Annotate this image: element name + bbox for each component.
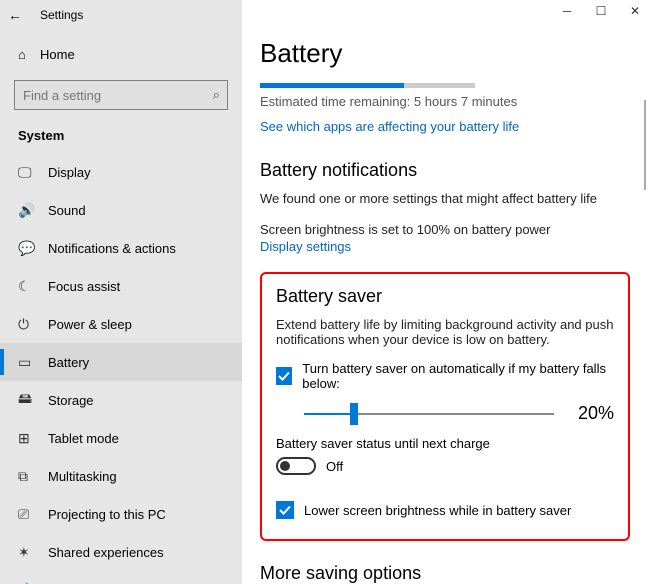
notifications-actions-icon: 💬 bbox=[18, 240, 48, 257]
home-icon: ⌂ bbox=[18, 47, 40, 62]
sidebar-item-label: Projecting to this PC bbox=[48, 507, 166, 522]
slider-fill bbox=[304, 413, 354, 415]
saver-description: Extend battery life by limiting backgrou… bbox=[276, 317, 614, 347]
brightness-note: Screen brightness is set to 100% on batt… bbox=[260, 222, 630, 237]
home-label: Home bbox=[40, 47, 75, 62]
battery-progress bbox=[260, 83, 475, 88]
storage-icon: 🖴 bbox=[18, 388, 48, 412]
auto-on-label: Turn battery saver on automatically if m… bbox=[302, 361, 614, 391]
sidebar-item-sound[interactable]: 🔊Sound bbox=[0, 191, 242, 229]
sidebar-item-storage[interactable]: 🖴Storage bbox=[0, 381, 242, 419]
checkbox-checked-icon[interactable] bbox=[276, 367, 292, 385]
sidebar-item-focus-assist[interactable]: ☾Focus assist bbox=[0, 267, 242, 305]
estimated-time: Estimated time remaining: 5 hours 7 minu… bbox=[260, 94, 630, 109]
back-icon[interactable]: ← bbox=[8, 7, 32, 23]
sidebar-item-shared-experiences[interactable]: ✶Shared experiences bbox=[0, 533, 242, 571]
display-icon: 🖵 bbox=[18, 164, 48, 181]
power-sleep-icon: ⏻ bbox=[18, 316, 48, 333]
titlebar: ← Settings bbox=[0, 0, 242, 30]
auto-on-checkbox-row[interactable]: Turn battery saver on automatically if m… bbox=[276, 361, 614, 391]
threshold-value: 20% bbox=[578, 403, 614, 424]
sidebar-item-label: Tablet mode bbox=[48, 431, 119, 446]
sidebar-item-label: Storage bbox=[48, 393, 94, 408]
close-button[interactable]: ✕ bbox=[628, 4, 642, 18]
lower-brightness-checkbox-row[interactable]: Lower screen brightness while in battery… bbox=[276, 501, 614, 519]
notifications-body: We found one or more settings that might… bbox=[260, 191, 630, 206]
shared-experiences-icon: ✶ bbox=[18, 544, 48, 561]
more-options-header: More saving options bbox=[260, 563, 630, 584]
tablet-mode-icon: ⊞ bbox=[18, 430, 48, 447]
sidebar-item-clipboard[interactable]: 📋Clipboard bbox=[0, 571, 242, 584]
lower-brightness-label: Lower screen brightness while in battery… bbox=[304, 503, 571, 518]
projecting-to-this-pc-icon: ⎚ bbox=[18, 506, 48, 523]
maximize-button[interactable]: ☐ bbox=[594, 4, 608, 18]
sidebar-item-label: Multitasking bbox=[48, 469, 117, 484]
sidebar-item-projecting-to-this-pc[interactable]: ⎚Projecting to this PC bbox=[0, 495, 242, 533]
window-title: Settings bbox=[32, 8, 83, 22]
sidebar-item-display[interactable]: 🖵Display bbox=[0, 153, 242, 191]
sound-icon: 🔊 bbox=[18, 202, 48, 219]
sidebar-item-power-sleep[interactable]: ⏻Power & sleep bbox=[0, 305, 242, 343]
multitasking-icon: ⧉ bbox=[18, 468, 48, 485]
battery-progress-fill bbox=[260, 83, 404, 88]
display-settings-link[interactable]: Display settings bbox=[260, 239, 351, 254]
status-value: Off bbox=[326, 459, 343, 474]
search-icon: ⌕ bbox=[213, 87, 220, 103]
sidebar-item-label: Focus assist bbox=[48, 279, 120, 294]
threshold-slider[interactable]: 20% bbox=[304, 403, 614, 424]
window-controls: ─ ☐ ✕ bbox=[560, 4, 642, 18]
minimize-button[interactable]: ─ bbox=[560, 4, 574, 18]
main-content: ─ ☐ ✕ Battery Estimated time remaining: … bbox=[242, 0, 648, 584]
page-title: Battery bbox=[260, 38, 630, 69]
scrollbar[interactable] bbox=[644, 100, 646, 190]
slider-track[interactable] bbox=[304, 413, 554, 415]
sidebar-item-multitasking[interactable]: ⧉Multitasking bbox=[0, 457, 242, 495]
sidebar-item-home[interactable]: ⌂ Home bbox=[0, 36, 242, 72]
sidebar-item-notifications-actions[interactable]: 💬Notifications & actions bbox=[0, 229, 242, 267]
search-box[interactable]: ⌕ bbox=[14, 80, 228, 110]
sidebar-item-label: Power & sleep bbox=[48, 317, 132, 332]
slider-thumb[interactable] bbox=[350, 403, 358, 425]
battery-saver-section: Battery saver Extend battery life by lim… bbox=[260, 272, 630, 541]
notifications-header: Battery notifications bbox=[260, 160, 630, 181]
sidebar-item-label: Sound bbox=[48, 203, 86, 218]
sidebar-section-label: System bbox=[0, 120, 242, 153]
sidebar-item-label: Notifications & actions bbox=[48, 241, 176, 256]
checkbox-checked-icon[interactable] bbox=[276, 501, 294, 519]
sidebar-item-battery[interactable]: ▭Battery bbox=[0, 343, 242, 381]
battery-icon: ▭ bbox=[18, 354, 48, 371]
toggle-knob bbox=[280, 461, 290, 471]
toggle-switch-off-icon[interactable] bbox=[276, 457, 316, 475]
saver-header: Battery saver bbox=[276, 286, 614, 307]
sidebar: ← Settings ⌂ Home ⌕ System 🖵Display🔊Soun… bbox=[0, 0, 242, 584]
sidebar-item-tablet-mode[interactable]: ⊞Tablet mode bbox=[0, 419, 242, 457]
sidebar-item-label: Display bbox=[48, 165, 91, 180]
focus-assist-icon: ☾ bbox=[18, 278, 48, 295]
sidebar-item-label: Shared experiences bbox=[48, 545, 164, 560]
status-toggle[interactable]: Off bbox=[276, 457, 614, 475]
apps-link[interactable]: See which apps are affecting your batter… bbox=[260, 119, 519, 134]
status-toggle-row: Battery saver status until next charge O… bbox=[276, 436, 614, 475]
sidebar-item-label: Battery bbox=[48, 355, 89, 370]
search-input[interactable] bbox=[14, 80, 228, 110]
status-label: Battery saver status until next charge bbox=[276, 436, 614, 451]
